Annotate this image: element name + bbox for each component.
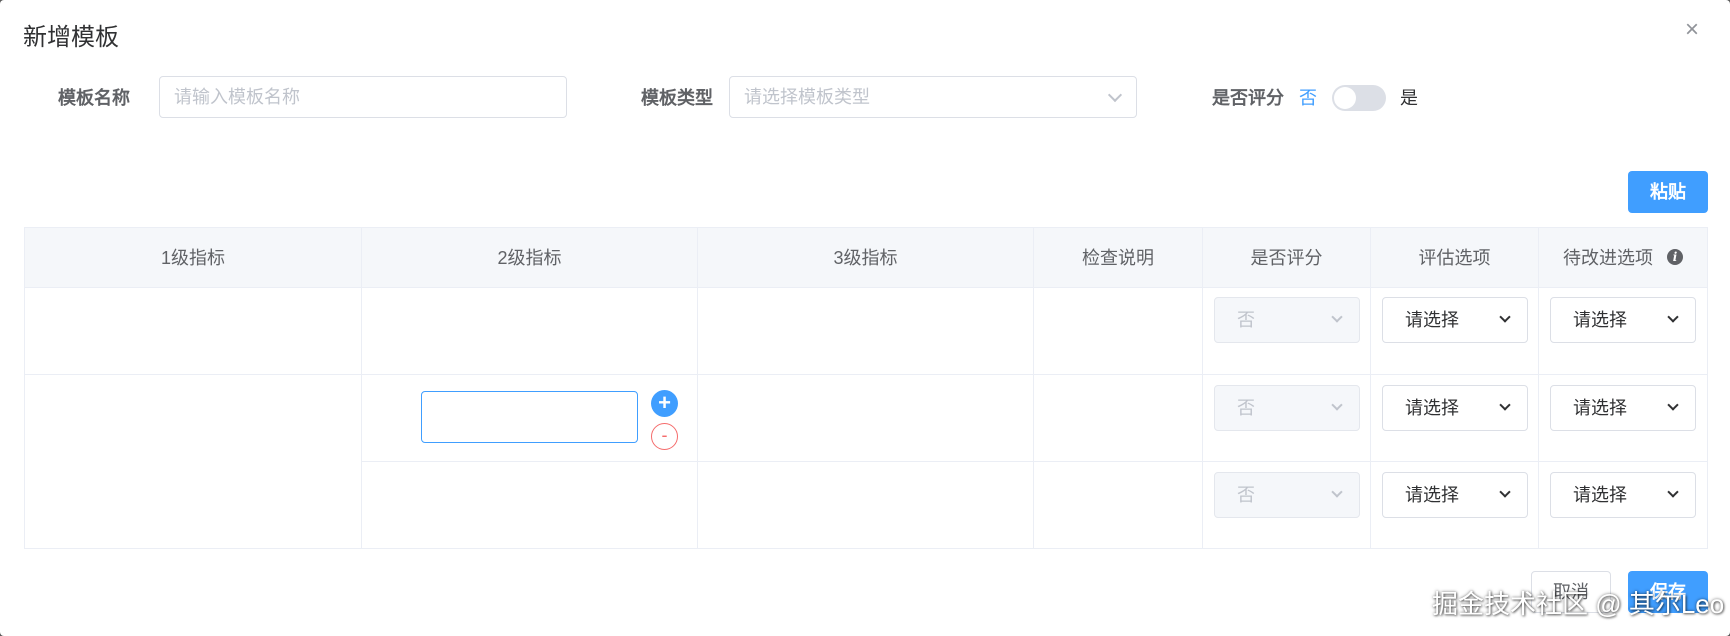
template-name-label: 模板名称 [58, 88, 130, 108]
row1-improve-select[interactable]: 请选择 [1550, 297, 1696, 343]
close-icon[interactable]: × [1680, 18, 1704, 42]
chevron-down-icon [1107, 87, 1123, 103]
table-cell [1034, 288, 1203, 375]
table-cell [1034, 462, 1203, 548]
switch-knob [1334, 87, 1356, 109]
chevron-down-icon [1667, 311, 1679, 323]
template-type-select[interactable]: 请选择模板类型 [729, 76, 1137, 118]
remove-row-button[interactable]: - [651, 423, 678, 450]
header-level3: 3级指标 [698, 228, 1034, 288]
add-template-dialog: 新增模板 × 模板名称 模板类型 请选择模板类型 是否评分 否 是 粘贴 1级指… [0, 0, 1730, 636]
row2-eval-select[interactable]: 请选择 [1382, 385, 1528, 431]
row1-score-value: 否 [1237, 310, 1255, 330]
row3-score-value: 否 [1237, 485, 1255, 505]
template-form: 模板名称 模板类型 请选择模板类型 是否评分 否 是 [0, 76, 1730, 120]
header-improve-options-label: 待改进选项 [1563, 248, 1653, 268]
row3-improve-select[interactable]: 请选择 [1550, 472, 1696, 518]
row3-eval-select[interactable]: 请选择 [1382, 472, 1528, 518]
template-type-placeholder: 请选择模板类型 [744, 87, 870, 107]
row1-eval-value: 请选择 [1405, 310, 1459, 330]
chevron-down-icon [1331, 311, 1343, 323]
table-cell-merged [25, 375, 362, 548]
template-name-input[interactable] [159, 76, 567, 118]
score-off-label: 否 [1299, 88, 1317, 108]
table-cell [698, 288, 1034, 375]
table-cell [698, 375, 1034, 462]
row2-improve-select[interactable]: 请选择 [1550, 385, 1696, 431]
row1-improve-value: 请选择 [1573, 310, 1627, 330]
row1-score-select[interactable]: 否 [1214, 297, 1360, 343]
row2-score-select[interactable]: 否 [1214, 385, 1360, 431]
dialog-title: 新增模板 [23, 24, 119, 51]
header-level1: 1级指标 [25, 228, 362, 288]
header-check-desc: 检查说明 [1034, 228, 1203, 288]
table-cell [25, 288, 362, 375]
watermark: 掘金技术社区 @ 其尔Leo [1432, 589, 1725, 619]
score-switch[interactable] [1332, 85, 1386, 111]
chevron-down-icon [1499, 399, 1511, 411]
row2-improve-value: 请选择 [1573, 398, 1627, 418]
row3-improve-value: 请选择 [1573, 485, 1627, 505]
chevron-down-icon [1331, 399, 1343, 411]
row2-score-value: 否 [1237, 398, 1255, 418]
table-cell [698, 462, 1034, 548]
paste-button[interactable]: 粘贴 [1628, 171, 1708, 213]
header-improve-options: 待改进选项 i [1539, 228, 1707, 288]
row2-eval-value: 请选择 [1405, 398, 1459, 418]
table-cell [1034, 375, 1203, 462]
row3-eval-value: 请选择 [1405, 485, 1459, 505]
chevron-down-icon [1499, 311, 1511, 323]
table-cell [362, 288, 698, 375]
row1-eval-select[interactable]: 请选择 [1382, 297, 1528, 343]
chevron-down-icon [1667, 399, 1679, 411]
chevron-down-icon [1667, 486, 1679, 498]
row3-score-select[interactable]: 否 [1214, 472, 1360, 518]
table-cell [362, 462, 698, 548]
score-label: 是否评分 [1212, 88, 1284, 108]
header-eval-options: 评估选项 [1371, 228, 1539, 288]
chevron-down-icon [1499, 486, 1511, 498]
chevron-down-icon [1331, 486, 1343, 498]
score-on-label: 是 [1400, 88, 1418, 108]
add-row-button[interactable]: + [651, 390, 678, 417]
level2-indicator-input[interactable] [421, 391, 638, 443]
header-level2: 2级指标 [362, 228, 698, 288]
header-is-scored: 是否评分 [1203, 228, 1371, 288]
info-icon[interactable]: i [1667, 249, 1683, 265]
template-type-label: 模板类型 [641, 88, 713, 108]
